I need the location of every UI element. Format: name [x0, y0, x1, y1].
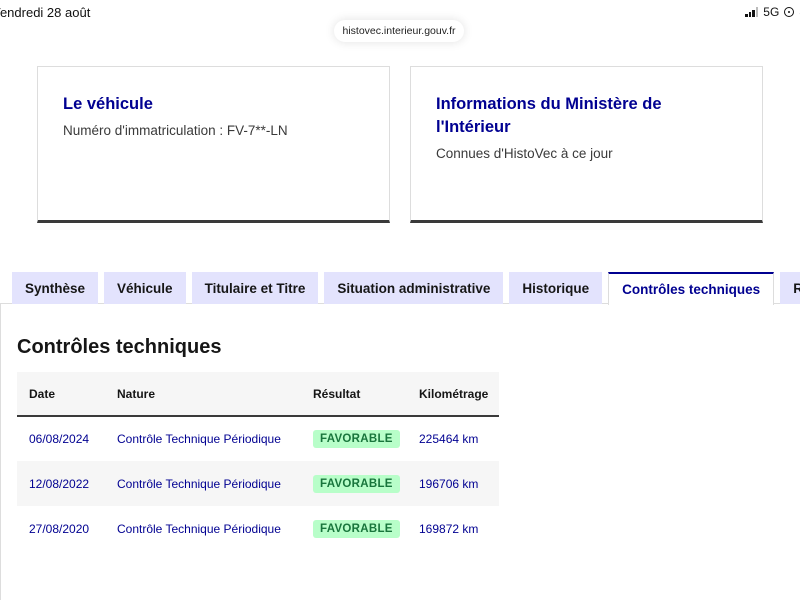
result-badge: FAVORABLE	[313, 430, 400, 448]
section-title: Contrôles techniques	[17, 336, 222, 358]
row-date: 12/08/2022	[17, 461, 105, 506]
tab-vehicule[interactable]: Véhicule	[104, 272, 186, 304]
table-row: 12/08/2022 Contrôle Technique Périodique…	[17, 461, 499, 506]
status-indicators: 5G 8	[745, 5, 800, 19]
row-mileage: 196706 km	[407, 461, 499, 506]
column-nature: Nature	[105, 372, 301, 417]
address-bar[interactable]: histovec.interieur.gouv.fr	[334, 20, 464, 42]
row-nature: Contrôle Technique Périodique	[105, 461, 301, 506]
table-row: 06/08/2024 Contrôle Technique Périodique…	[17, 416, 499, 461]
tab-titulaire-titre[interactable]: Titulaire et Titre	[191, 272, 319, 304]
ministry-card: Informations du Ministère de l'Intérieur…	[410, 66, 763, 223]
row-nature: Contrôle Technique Périodique	[117, 432, 281, 446]
row-nature: Contrôle Technique Périodique	[117, 521, 281, 536]
tab-panel: Contrôles techniques Date Nature Résulta…	[0, 304, 800, 600]
tab-list: Synthèse Véhicule Titulaire et Titre Sit…	[12, 272, 800, 305]
tab-controles-techniques[interactable]: Contrôles techniques	[608, 272, 775, 305]
row-result: FAVORABLE	[301, 506, 407, 551]
focus-icon	[784, 7, 795, 17]
status-time: Vendredi 28 août	[0, 5, 91, 20]
result-badge: FAVORABLE	[313, 474, 400, 493]
result-badge: FAVORABLE	[313, 519, 400, 538]
row-date: 27/08/2020	[29, 521, 90, 536]
technical-controls-table: Date Nature Résultat Kilométrage 06/08/2…	[17, 372, 499, 551]
tab-situation-administrative[interactable]: Situation administrative	[324, 272, 504, 304]
vehicle-card-title: Le véhicule	[63, 95, 153, 113]
column-result: Résultat	[301, 372, 407, 417]
vehicle-card: Le véhicule Numéro d'immatriculation : F…	[37, 66, 390, 223]
table-header-row: Date Nature Résultat Kilométrage	[17, 372, 499, 417]
column-date: Date	[17, 372, 105, 417]
row-result: FAVORABLE	[301, 416, 407, 461]
registration-number: Numéro d'immatriculation : FV-7**-LN	[63, 123, 288, 138]
row-mileage: 225464 km	[419, 432, 479, 446]
signal-icon	[745, 7, 759, 17]
column-mileage: Kilométrage	[407, 372, 499, 417]
network-label: 5G	[763, 5, 780, 19]
table-row: 27/08/2020 Contrôle Technique Périodique…	[17, 506, 499, 551]
row-result: FAVORABLE	[301, 461, 407, 506]
tab-historique[interactable]: Historique	[509, 272, 603, 304]
tab-rapport[interactable]: Rap	[780, 272, 800, 304]
row-date: 06/08/2024	[29, 432, 90, 446]
ministry-card-text: Connues d'HistoVec à ce jour	[436, 146, 613, 161]
row-mileage: 169872 km	[419, 521, 479, 536]
tab-synthese[interactable]: Synthèse	[12, 272, 99, 304]
ministry-card-title: Informations du Ministère de l'Intérieur	[436, 95, 662, 136]
url-text: histovec.interieur.gouv.fr	[342, 25, 456, 37]
